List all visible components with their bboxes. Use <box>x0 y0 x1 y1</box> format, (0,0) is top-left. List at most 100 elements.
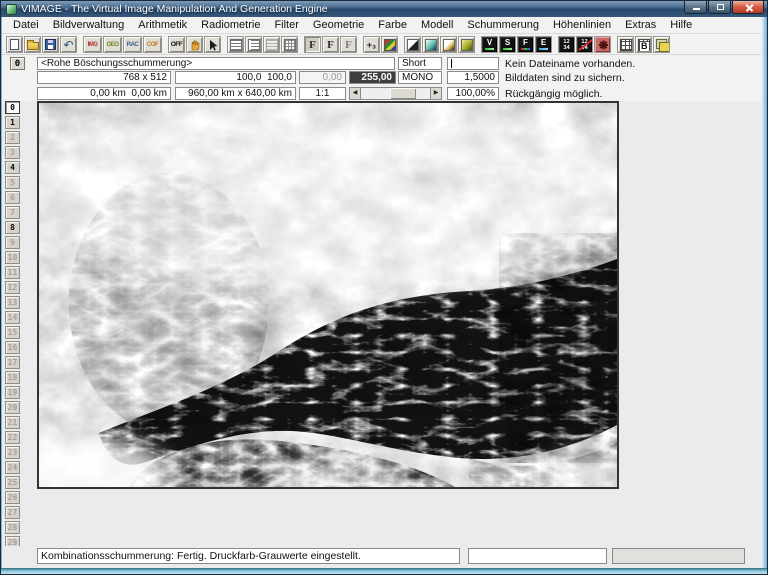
image-slot-5[interactable]: 5 <box>5 176 20 189</box>
image-name-field[interactable]: <Rohe Böschungsschummerung> <box>37 57 395 70</box>
image-slot-6[interactable]: 6 <box>5 191 20 204</box>
geo-channel-button[interactable]: GEO <box>103 36 122 53</box>
pair-12-34-off-button[interactable]: 12 34 <box>576 36 593 53</box>
menu-item-geometrie[interactable]: Geometrie <box>306 17 371 33</box>
image-slot-27[interactable]: 27 <box>5 506 20 519</box>
image-slot-10[interactable]: 10 <box>5 251 20 264</box>
title-bar[interactable]: VIMAGE - The Virtual Image Manipulation … <box>1 1 767 17</box>
image-slot-8[interactable]: 8 <box>5 221 20 234</box>
process-settings-button[interactable] <box>594 36 611 53</box>
resolution-field[interactable]: 100,0 100,0 <box>175 71 296 84</box>
menu-item-datei[interactable]: Datei <box>6 17 46 33</box>
color-mode-field[interactable]: MONO <box>398 71 442 84</box>
filter-f3-button[interactable]: F <box>340 36 357 53</box>
image-slot-15[interactable]: 15 <box>5 326 20 339</box>
maximize-button[interactable] <box>708 1 731 14</box>
image-slot-13[interactable]: 13 <box>5 296 20 309</box>
image-slot-7[interactable]: 7 <box>5 206 20 219</box>
image-slot-12[interactable]: 12 <box>5 281 20 294</box>
image-slot-22[interactable]: 22 <box>5 431 20 444</box>
gamma-field[interactable]: 1,5000 <box>447 71 499 84</box>
image-slot-24[interactable]: 24 <box>5 461 20 474</box>
image-slot-9[interactable]: 9 <box>5 236 20 249</box>
image-slot-18[interactable]: 18 <box>5 371 20 384</box>
image-slot-14[interactable]: 14 <box>5 311 20 324</box>
shading-gold-button[interactable] <box>440 36 457 53</box>
menu-item-bildverwaltung[interactable]: Bildverwaltung <box>46 17 132 33</box>
view-s-button[interactable]: S <box>499 36 516 53</box>
image-slot-1[interactable]: 1 <box>5 116 20 129</box>
menu-item-radiometrie[interactable]: Radiometrie <box>194 17 267 33</box>
shading-teal-button[interactable] <box>422 36 439 53</box>
filter-f2-button[interactable]: F <box>322 36 339 53</box>
grid-b-view-button[interactable]: B <box>635 36 652 53</box>
frame-list-light-button[interactable] <box>263 36 280 53</box>
pan-hand-button[interactable] <box>186 36 203 53</box>
max-value-field[interactable]: 255,00 <box>349 71 396 84</box>
crosshair-3-button[interactable]: +₃ <box>363 36 380 53</box>
menu-item-extras[interactable]: Extras <box>618 17 663 33</box>
image-slot-4[interactable]: 4 <box>5 161 20 174</box>
frame-list-indent-button[interactable] <box>245 36 262 53</box>
view-f-button[interactable]: F <box>517 36 534 53</box>
select-arrow-button[interactable] <box>204 36 221 53</box>
origin-field[interactable]: 0,00 km 0,00 km <box>37 87 171 100</box>
minimize-button[interactable] <box>684 1 707 14</box>
save-file-button[interactable] <box>42 36 59 53</box>
pair-12-34-button[interactable]: 12 34 <box>558 36 575 53</box>
shading-olive-button[interactable] <box>458 36 475 53</box>
value-table-button[interactable] <box>281 36 298 53</box>
zoom-scrollbar[interactable]: ◀ ▶ <box>349 87 442 100</box>
scroll-left-arrow[interactable]: ◀ <box>350 88 361 99</box>
menu-item-hilfe[interactable]: Hilfe <box>663 17 699 33</box>
frame-list-light-icon <box>265 38 278 51</box>
scrollbar-thumb[interactable] <box>389 88 416 99</box>
image-stack-button[interactable] <box>653 36 670 53</box>
shading-bw-button[interactable] <box>404 36 421 53</box>
menu-item-arithmetik[interactable]: Arithmetik <box>131 17 194 33</box>
off-toggle-button[interactable]: OFF <box>168 36 185 53</box>
frame-list-button[interactable] <box>227 36 244 53</box>
image-slot-3[interactable]: 3 <box>5 146 20 159</box>
rac-channel-button[interactable]: RAC <box>123 36 142 53</box>
image-slot-17[interactable]: 17 <box>5 356 20 369</box>
image-slot-20[interactable]: 20 <box>5 401 20 414</box>
image-slot-23[interactable]: 23 <box>5 446 20 459</box>
view-e-button[interactable]: E <box>535 36 552 53</box>
image-slot-28[interactable]: 28 <box>5 521 20 534</box>
image-size-field[interactable]: 768 x 512 <box>37 71 171 84</box>
image-slot-19[interactable]: 19 <box>5 386 20 399</box>
data-type-field[interactable]: Short <box>398 57 442 70</box>
scrollbar-track[interactable] <box>361 88 430 99</box>
image-canvas[interactable] <box>1 91 659 515</box>
zoom-percent-field[interactable]: 100,00% <box>447 87 499 100</box>
extent-field[interactable]: 960,00 km x 640,00 km <box>175 87 296 100</box>
menu-item-schummerung[interactable]: Schummerung <box>460 17 546 33</box>
image-slot-16[interactable]: 16 <box>5 341 20 354</box>
img-channel-button[interactable]: IMG <box>83 36 102 53</box>
image-slot-0[interactable]: 0 <box>5 101 20 114</box>
cof-channel-button[interactable]: COF <box>143 36 162 53</box>
undo-button[interactable] <box>60 36 77 53</box>
open-file-button[interactable] <box>24 36 41 53</box>
scroll-right-arrow[interactable]: ▶ <box>430 88 441 99</box>
menu-item-höhenlinien[interactable]: Höhenlinien <box>546 17 618 33</box>
new-file-button[interactable] <box>6 36 23 53</box>
view-v-button[interactable]: V <box>481 36 498 53</box>
current-slot-button[interactable]: 0 <box>10 57 25 70</box>
filename-field[interactable] <box>447 57 499 70</box>
color-transform-button[interactable] <box>381 36 398 53</box>
grid-view-button[interactable] <box>617 36 634 53</box>
close-button[interactable] <box>732 1 764 14</box>
image-slot-21[interactable]: 21 <box>5 416 20 429</box>
min-value-field[interactable]: 0,00 <box>299 71 346 84</box>
menu-item-modell[interactable]: Modell <box>414 17 460 33</box>
image-slot-25[interactable]: 25 <box>5 476 20 489</box>
menu-item-filter[interactable]: Filter <box>267 17 305 33</box>
zoom-ratio-field[interactable]: 1:1 <box>299 87 346 100</box>
filter-f1-button[interactable]: F <box>304 36 321 53</box>
image-slot-11[interactable]: 11 <box>5 266 20 279</box>
menu-item-farbe[interactable]: Farbe <box>371 17 414 33</box>
image-slot-2[interactable]: 2 <box>5 131 20 144</box>
image-slot-26[interactable]: 26 <box>5 491 20 504</box>
